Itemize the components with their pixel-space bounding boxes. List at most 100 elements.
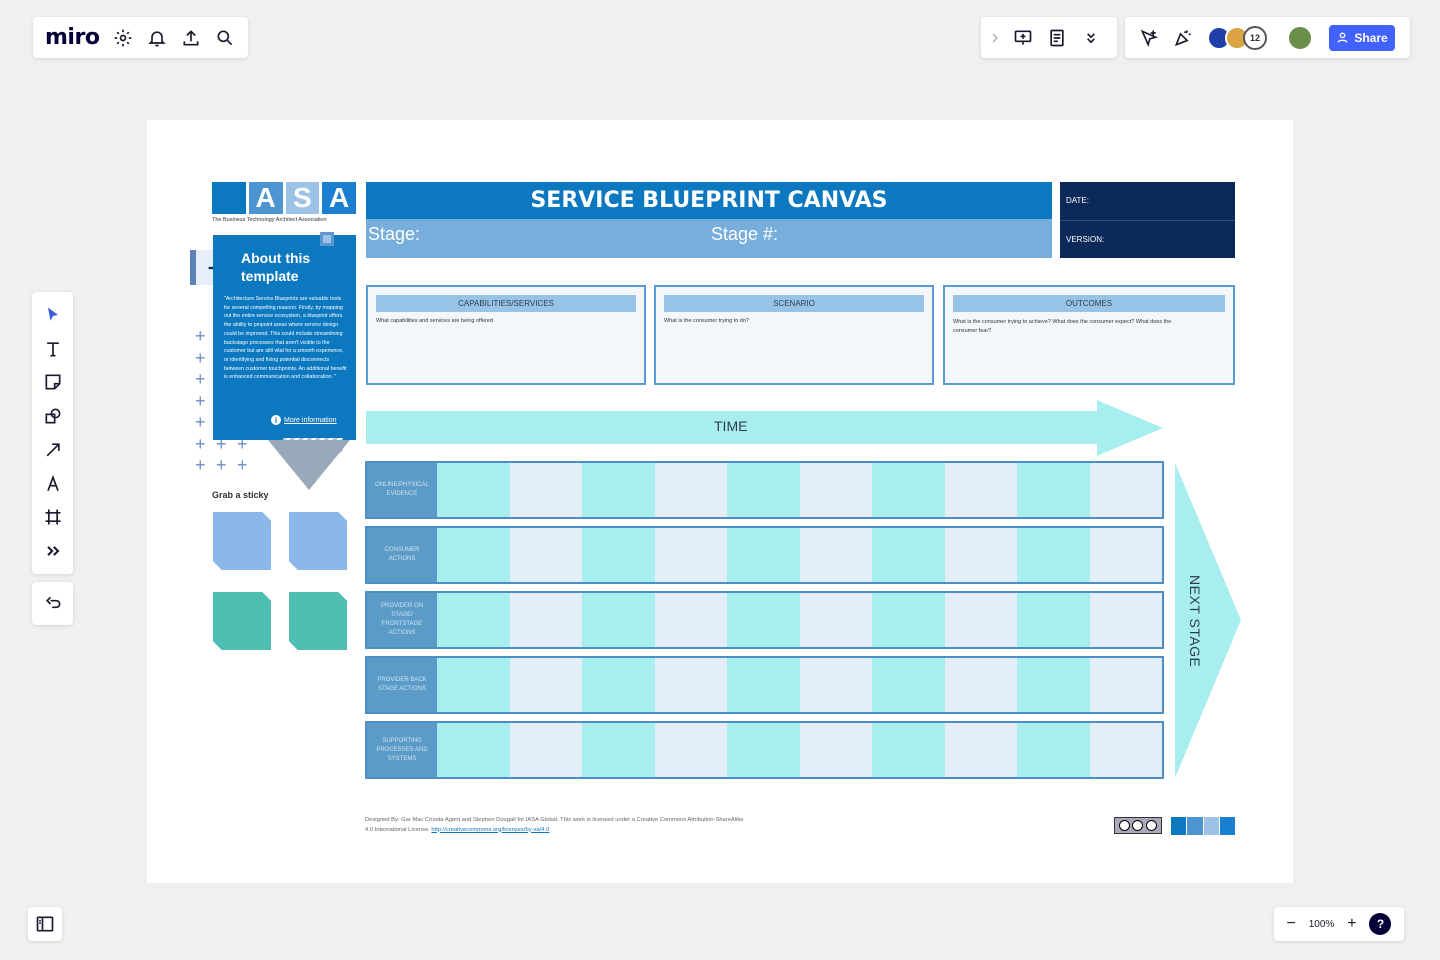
next-stage-label: NEXT STAGE — [1187, 575, 1203, 668]
current-user-avatar[interactable] — [1287, 24, 1313, 51]
plus-icon: + — [195, 369, 206, 389]
more-tools-icon[interactable] — [39, 537, 67, 565]
select-cursor-icon[interactable] — [39, 301, 67, 329]
swimlane-row[interactable]: CONSUMER ACTIONS — [365, 526, 1164, 584]
date-label[interactable]: DATE: — [1066, 196, 1089, 205]
iasa-footer-logo — [1171, 817, 1235, 835]
capabilities-box[interactable]: CAPABILITIES/SERVICES What capabilities … — [366, 285, 646, 385]
sticky-note-teal[interactable] — [289, 592, 347, 650]
stage-label[interactable]: Stage: — [368, 224, 420, 245]
by-icon — [1132, 820, 1144, 831]
plus-icon: + — [195, 455, 206, 475]
about-pointer — [268, 440, 350, 490]
capabilities-prompt: What capabilities and services are being… — [376, 318, 493, 324]
footer-text: Designed By: Gar Mac Críosta Agent and S… — [365, 817, 744, 833]
sticky-note-blue[interactable] — [289, 512, 347, 570]
outcomes-header: OUTCOMES — [953, 295, 1225, 312]
sa-icon — [1145, 820, 1157, 831]
settings-icon[interactable] — [109, 24, 137, 52]
upload-icon[interactable] — [177, 24, 205, 52]
footer-credits: Designed By: Gar Mac Críosta Agent and S… — [365, 816, 745, 835]
zoom-out-button[interactable]: − — [1286, 915, 1295, 933]
plus-icon: + — [195, 391, 206, 411]
pen-tool-icon[interactable] — [39, 470, 67, 498]
sticky-note-teal[interactable] — [213, 592, 271, 650]
date-version-box: DATE: VERSION: — [1060, 182, 1235, 258]
iasa-letter: S — [285, 182, 320, 214]
user-icon — [1336, 31, 1349, 44]
plus-icon: + — [195, 434, 206, 454]
miro-logo[interactable]: miro — [45, 25, 100, 50]
cc-icon — [1119, 820, 1131, 831]
share-bar: 12 Share — [1125, 17, 1410, 58]
scenario-box[interactable]: SCENARIO What is the consumer trying to … — [654, 285, 934, 385]
plus-icon: + — [195, 326, 206, 346]
plus-icon: + — [237, 434, 248, 454]
help-button[interactable]: ? — [1369, 913, 1392, 935]
bell-icon[interactable] — [143, 24, 171, 52]
sticky-note-icon[interactable] — [39, 368, 67, 396]
swimlane-label: SUPPORTING PROCESSES AND SYSTEMS — [367, 723, 437, 777]
license-link[interactable]: http://creativecommons.org/licenses/by-s… — [431, 827, 549, 833]
pen-arrow-icon[interactable] — [39, 436, 67, 464]
time-arrow: TIME — [366, 400, 1164, 456]
stage-number-label[interactable]: Stage #: — [711, 224, 778, 245]
plus-icon: + — [195, 412, 206, 432]
celebrate-icon[interactable] — [1169, 24, 1197, 52]
plus-icon: + — [195, 348, 206, 368]
capabilities-header: CAPABILITIES/SERVICES — [376, 295, 636, 312]
zoom-level[interactable]: 100% — [1309, 919, 1335, 930]
iasa-letter: A — [248, 182, 283, 214]
share-label: Share — [1354, 30, 1388, 45]
panel-toggle — [28, 907, 62, 941]
chevron-double-down-icon[interactable] — [1077, 24, 1105, 52]
outcomes-box[interactable]: OUTCOMES What is the consumer trying to … — [943, 285, 1235, 385]
search-icon[interactable] — [211, 24, 239, 52]
swimlane-row[interactable]: PROVIDER ON STAGE/ FRONTSTAGE ACTIONS — [365, 591, 1164, 649]
sidebar-panel-icon[interactable] — [31, 910, 59, 938]
version-label[interactable]: VERSION: — [1066, 235, 1104, 244]
next-stage-shape — [1175, 463, 1241, 778]
zoom-in-button[interactable]: + — [1347, 915, 1356, 933]
swimlane-label: ONLINE/PHYSICAL EVIDENCE — [367, 463, 437, 517]
about-title-line: About this — [241, 250, 311, 266]
about-template-card: About this template "Architecture Servic… — [213, 232, 356, 440]
left-toolbar — [32, 292, 73, 574]
time-label: TIME — [714, 418, 748, 434]
cursor-follow-icon[interactable] — [1135, 24, 1163, 52]
about-body: "Architecture Service Blueprints are val… — [224, 296, 347, 381]
main-menu-bar: miro — [33, 17, 248, 58]
swimlane-label: PROVIDER BACK STAGE ACTIONS — [367, 658, 437, 712]
iasa-letter: A — [322, 182, 356, 214]
frame-icon[interactable] — [39, 503, 67, 531]
shapes-icon[interactable] — [39, 402, 67, 430]
outcomes-prompt: What is the consumer trying to achieve? … — [953, 319, 1172, 334]
notes-icon[interactable] — [1043, 24, 1071, 52]
iasa-tagline: The Business Technology Architect Associ… — [212, 217, 327, 223]
about-title: About this template — [241, 249, 310, 285]
share-button[interactable]: Share — [1329, 24, 1395, 51]
collaborator-count-badge[interactable]: 12 — [1243, 25, 1267, 50]
swimlane-row[interactable]: ONLINE/PHYSICAL EVIDENCE — [365, 461, 1164, 519]
presentation-icon[interactable] — [1009, 24, 1037, 52]
stage-bar: Stage: Stage #: — [366, 219, 1052, 258]
cc-license-badge — [1114, 817, 1162, 834]
swimlane-row[interactable]: PROVIDER BACK STAGE ACTIONS — [365, 656, 1164, 714]
undo-icon[interactable] — [39, 590, 67, 618]
scenario-prompt: What is the consumer trying to do? — [664, 318, 749, 324]
iasa-logo: I A S A The Business Technology Architec… — [212, 182, 356, 228]
undo-panel — [32, 582, 73, 625]
info-icon: i — [271, 415, 281, 425]
sticky-note-blue[interactable] — [213, 512, 271, 570]
swimlane-label: CONSUMER ACTIONS — [367, 528, 437, 582]
canvas-title-bar: SERVICE BLUEPRINT CANVAS — [366, 182, 1052, 219]
more-information-link[interactable]: More information — [284, 417, 337, 424]
collab-tools-bar — [981, 17, 1117, 58]
scenario-header: SCENARIO — [664, 295, 924, 312]
swimlane-label: PROVIDER ON STAGE/ FRONTSTAGE ACTIONS — [367, 593, 437, 647]
plus-icon: + — [237, 455, 248, 475]
swimlane-row[interactable]: SUPPORTING PROCESSES AND SYSTEMS — [365, 721, 1164, 779]
chevron-right-icon[interactable] — [987, 24, 1003, 52]
text-tool-icon[interactable] — [39, 335, 67, 363]
about-title-line: template — [241, 268, 299, 284]
